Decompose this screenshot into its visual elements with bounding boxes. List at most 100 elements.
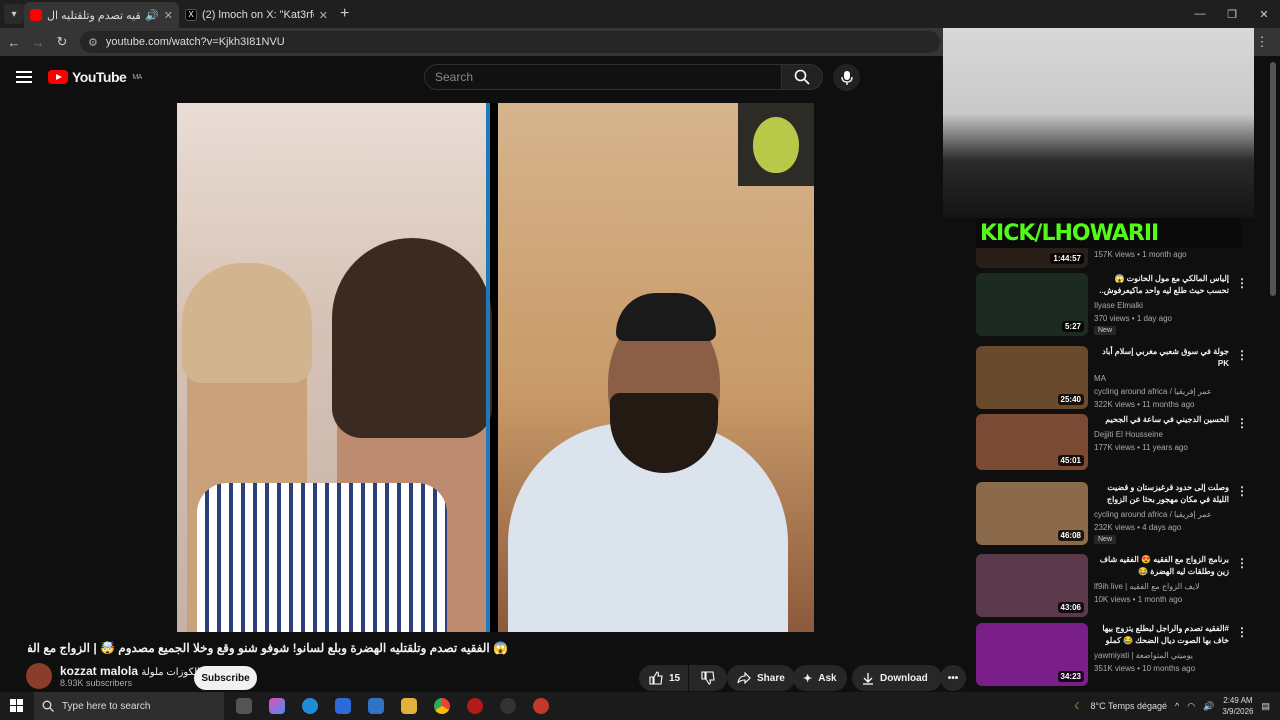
- app-icon[interactable]: [533, 698, 549, 714]
- channel-name[interactable]: lf9ih live | لايف الزواج مع الفقيه: [1094, 580, 1229, 593]
- recommendation-item[interactable]: 46:08 وصلت إلى حدود قرغيزستان و قضيت الل…: [976, 482, 1266, 545]
- recommendation-item[interactable]: 45:01 الحسين الدجيني في ساعة في الجحيم D…: [976, 414, 1266, 470]
- view-count: 370 views • 1 day ago: [1094, 314, 1172, 323]
- copilot-icon[interactable]: [269, 698, 285, 714]
- back-icon[interactable]: ←: [2, 35, 26, 50]
- recommendation-item[interactable]: 1:44:57 157K views • 1 month ago: [976, 248, 1266, 268]
- search-input[interactable]: Search: [424, 64, 782, 90]
- clock-time: 2:49 AM: [1223, 696, 1253, 705]
- subscribe-button[interactable]: Subscribe: [194, 666, 257, 690]
- close-window-icon[interactable]: ✕: [1248, 0, 1280, 28]
- view-count: 351K views • 10 months ago: [1094, 664, 1196, 673]
- video-title[interactable]: إلياس المالكي مع مول الحانوت 😱 تحسب حيث …: [1094, 273, 1229, 297]
- tab-search-button[interactable]: ▾: [4, 4, 24, 24]
- recommendation-item[interactable]: 5:27 إلياس المالكي مع مول الحانوت 😱 تحسب…: [976, 273, 1266, 336]
- video-player[interactable]: [177, 103, 814, 632]
- 4k-downloader-icon[interactable]: [500, 698, 516, 714]
- region-code: MA: [132, 73, 142, 81]
- channel-name[interactable]: kozzat malola: [60, 664, 138, 678]
- new-tab-button[interactable]: +: [340, 5, 349, 23]
- more-options-icon[interactable]: ⋮: [1236, 625, 1248, 639]
- share-button[interactable]: Share: [727, 665, 795, 691]
- menu-icon[interactable]: [16, 71, 32, 83]
- more-options-icon[interactable]: ⋮: [1236, 416, 1248, 430]
- recommendation-item[interactable]: 25:40 جولة في سوق شعبي مغربي إسلام أباد …: [976, 346, 1266, 411]
- edge-icon[interactable]: [302, 698, 318, 714]
- chrome-icon[interactable]: [434, 698, 450, 714]
- video-thumbnail[interactable]: 46:08: [976, 482, 1088, 545]
- video-thumbnail[interactable]: 43:06: [976, 554, 1088, 617]
- restore-icon[interactable]: ❐: [1216, 0, 1248, 28]
- youtube-logo[interactable]: YouTube MA: [48, 69, 142, 85]
- kick-banner: KICK/LHOWARII: [976, 218, 1241, 248]
- reload-icon[interactable]: ↻: [50, 34, 74, 50]
- logo-text: YouTube: [72, 69, 127, 85]
- more-options-icon[interactable]: ⋮: [1236, 276, 1248, 290]
- like-button[interactable]: 15: [639, 665, 689, 691]
- tray-chevron-icon[interactable]: ^: [1175, 701, 1179, 711]
- more-options-icon[interactable]: ⋮: [1236, 348, 1248, 362]
- channel-subtitle: الكوزات ملولة: [141, 667, 200, 678]
- weather-text[interactable]: 8°C Temps dégagé: [1091, 701, 1167, 711]
- video-title[interactable]: برنامج الزواج مع الفقيه 😍 الفقيه شاف زين…: [1094, 554, 1229, 578]
- url-field[interactable]: ⚙ youtube.com/watch?v=Kjkh3I81NVU: [80, 31, 940, 53]
- new-badge: New: [1094, 535, 1117, 544]
- site-info-icon[interactable]: ⚙: [88, 36, 98, 49]
- video-thumbnail[interactable]: 25:40: [976, 346, 1088, 409]
- store-icon[interactable]: [335, 698, 351, 714]
- channel-name[interactable]: Dejjiti El Housseine: [1094, 428, 1229, 441]
- notifications-icon[interactable]: ▤: [1261, 701, 1270, 712]
- tab-x[interactable]: X (2) lmoch on X: "Kat3rfo tsawbo ✕: [179, 2, 334, 28]
- more-options-icon[interactable]: ⋮: [1236, 556, 1248, 570]
- sparkle-icon: ✦: [803, 672, 813, 685]
- youtube-play-icon: [48, 70, 68, 84]
- forward-icon[interactable]: →: [26, 35, 50, 50]
- search-icon: [42, 700, 54, 712]
- download-button[interactable]: Download: [852, 665, 942, 691]
- channel-avatar[interactable]: [26, 663, 52, 689]
- recommendation-item[interactable]: 34:23 #الفقيه تصدم والراجل لبطلع يتزوج ب…: [976, 623, 1266, 686]
- close-tab-icon[interactable]: ✕: [319, 9, 328, 22]
- taskbar-search-input[interactable]: Type here to search: [34, 692, 224, 720]
- volume-icon[interactable]: 🔊: [1203, 701, 1214, 712]
- more-options-icon[interactable]: ⋮: [1236, 484, 1248, 498]
- video-title[interactable]: #الفقيه تصدم والراجل لبطلع يتزوج بيها خا…: [1094, 623, 1229, 647]
- network-icon[interactable]: ◠: [1187, 701, 1195, 712]
- channel-name[interactable]: cycling around africa / عمر إفريقيا: [1094, 385, 1229, 398]
- ask-button[interactable]: ✦ Ask: [793, 665, 847, 691]
- kick-text: KICK/LHOWARII: [980, 220, 1159, 246]
- page-scrollbar[interactable]: [1270, 62, 1276, 296]
- channel-name[interactable]: Ilyase Elmalki: [1094, 299, 1229, 312]
- ask-label: Ask: [818, 672, 837, 684]
- close-tab-icon[interactable]: ✕: [164, 9, 173, 22]
- voice-search-button[interactable]: [833, 64, 860, 91]
- video-thumbnail[interactable]: 34:23: [976, 623, 1088, 686]
- file-explorer-icon[interactable]: [401, 698, 417, 714]
- video-thumbnail[interactable]: 45:01: [976, 414, 1088, 470]
- app-icon[interactable]: [368, 698, 384, 714]
- video-title[interactable]: وصلت إلى حدود قرغيزستان و قضيت الليلة في…: [1094, 482, 1229, 506]
- search-button[interactable]: [781, 64, 823, 90]
- browser-tab-bar: ▾ الفقيه تصدم وتلقتليه ال 🔊 ✕ X (2) lmoc…: [0, 0, 1280, 28]
- view-count: 177K views • 11 years ago: [1094, 443, 1188, 452]
- search-placeholder: Search: [435, 70, 474, 84]
- video-title[interactable]: الحسين الدجيني في ساعة في الجحيم: [1094, 414, 1229, 426]
- app-icon[interactable]: [467, 698, 483, 714]
- view-count: 10K views • 1 month ago: [1094, 595, 1183, 604]
- video-title[interactable]: جولة في سوق شعبي مغربي إسلام أباد PK: [1094, 346, 1229, 370]
- task-view-icon[interactable]: [236, 698, 252, 714]
- video-thumbnail[interactable]: 5:27: [976, 273, 1088, 336]
- video-thumbnail[interactable]: 1:44:57: [976, 248, 1088, 268]
- system-tray: ☾ 8°C Temps dégagé ^ ◠ 🔊 2:49 AM 3/9/202…: [1074, 692, 1280, 720]
- minimize-icon[interactable]: —: [1184, 0, 1216, 28]
- recommendation-item[interactable]: 43:06 برنامج الزواج مع الفقيه 😍 الفقيه ش…: [976, 554, 1266, 617]
- channel-name[interactable]: yawmiyati | يوميتي المتواضعة: [1094, 649, 1229, 662]
- speaker-icon[interactable]: 🔊: [145, 9, 159, 22]
- more-actions-button[interactable]: •••: [940, 665, 966, 691]
- dislike-button[interactable]: [689, 665, 728, 691]
- windows-start-icon[interactable]: [10, 699, 24, 713]
- webcam-overlay: [943, 28, 1254, 218]
- channel-name[interactable]: cycling around africa / عمر إفريقيا: [1094, 508, 1229, 521]
- tab-youtube[interactable]: الفقيه تصدم وتلقتليه ال 🔊 ✕: [24, 2, 179, 28]
- clock[interactable]: 2:49 AM 3/9/2026: [1222, 695, 1253, 717]
